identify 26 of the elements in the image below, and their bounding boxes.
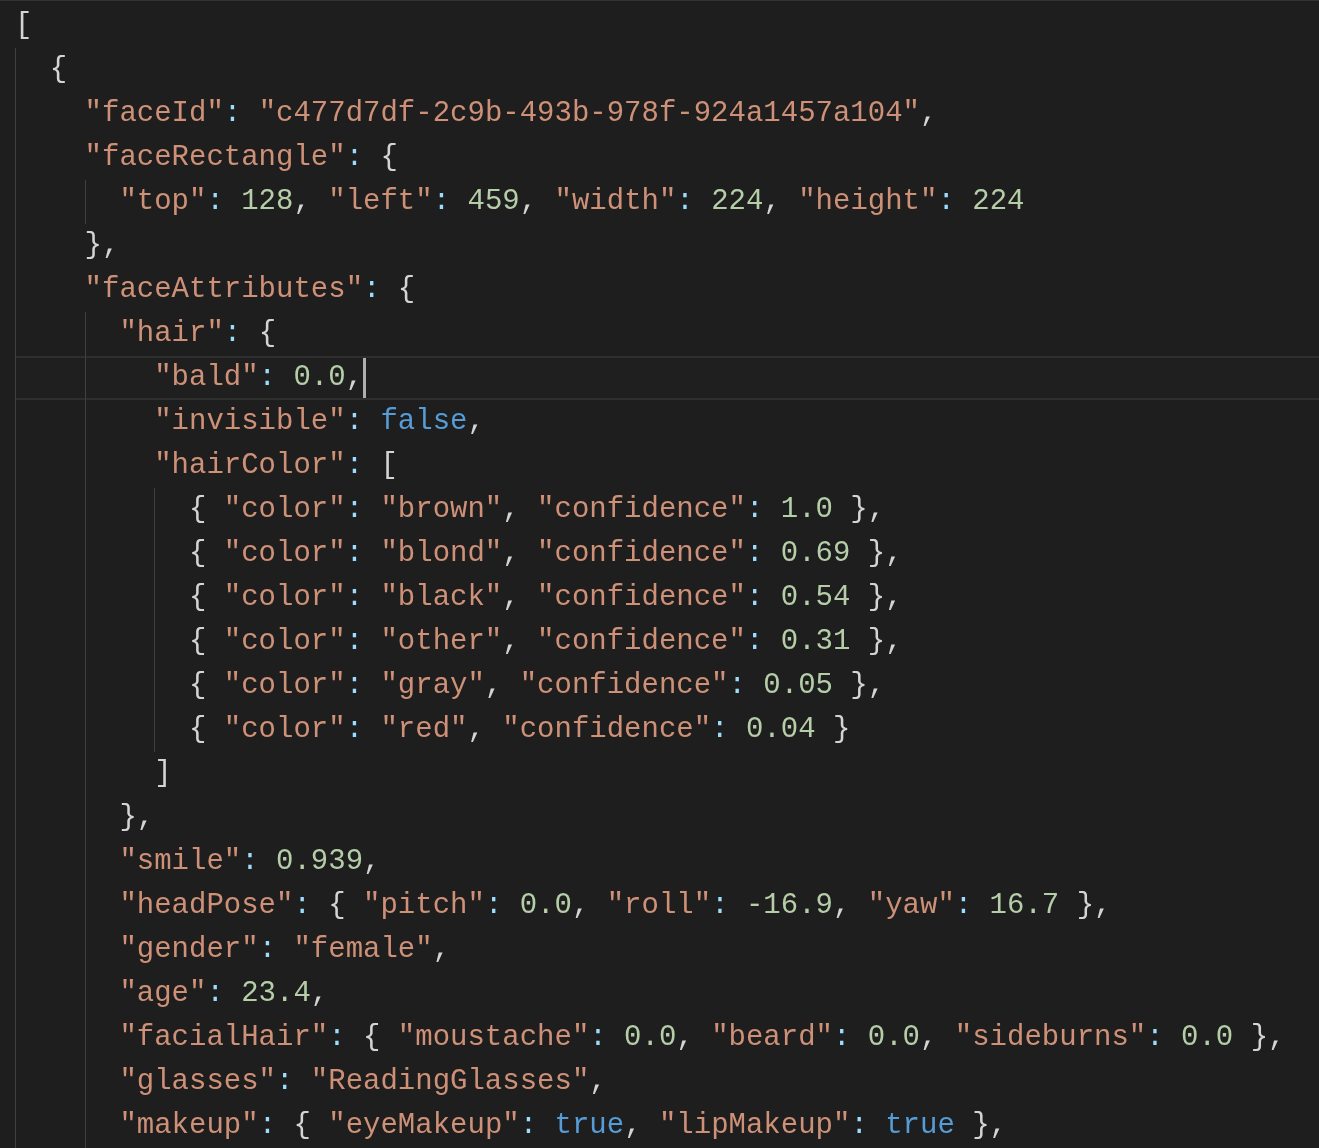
code-line: "hair": { [119,316,277,352]
code-line: { "color": "blond", "confidence": 0.69 }, [189,536,903,572]
code-line: }, [84,228,120,264]
code-line: { "color": "brown", "confidence": 1.0 }, [189,492,886,528]
code-line: "smile": 0.939, [119,844,381,880]
code-line: "faceId": "c477d7df-2c9b-493b-978f-924a1457a104", [84,96,938,132]
code-line: { "color": "red", "confidence": 0.04 } [189,712,851,748]
code-line: { "color": "other", "confidence": 0.31 }, [189,624,903,660]
code-line: { "color": "gray", "confidence": 0.05 }, [189,668,886,704]
code-line: "invisible": false, [154,404,485,440]
code-line: ] [154,756,172,792]
code-line: "faceAttributes": { [84,272,416,308]
code-line: { "color": "black", "confidence": 0.54 }, [189,580,903,616]
code-line: "age": 23.4, [119,976,329,1012]
code-line: "gender": "female", [119,932,451,968]
code-line: }, [119,800,155,836]
code-line: "makeup": { "eyeMakeup": true, "lipMakeup": true }, [119,1108,1008,1144]
code-line: "glasses": "ReadingGlasses", [119,1064,607,1100]
code-line: "facialHair": { "moustache": 0.0, "beard": 0.0, "sideburns": 0.0 }, [119,1020,1286,1056]
code-line: { [49,52,68,88]
code-line: "bald": 0.0, [154,360,364,396]
code-line: [ [15,8,33,44]
code-line: "top": 128, "left": 459, "width": 224, "height": 224 [119,184,1025,220]
code-line: "hairColor": [ [154,448,398,484]
code-line: "headPose": { "pitch": 0.0, "roll": -16.9, "yaw": 16.7 }, [119,888,1112,924]
code-line: "faceRectangle": { [84,140,398,176]
